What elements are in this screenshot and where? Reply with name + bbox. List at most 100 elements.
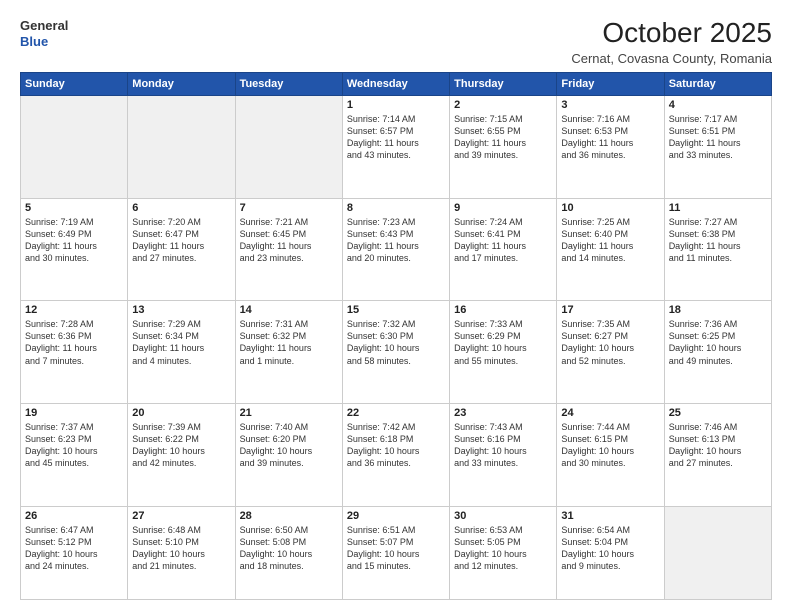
col-sunday: Sunday bbox=[21, 72, 128, 95]
table-row: 20 Sunrise: 7:39 AM Sunset: 6:22 PM Dayli… bbox=[128, 403, 235, 506]
day-number: 12 bbox=[25, 304, 123, 316]
day-info: Sunrise: 7:19 AM Sunset: 6:49 PM Dayligh… bbox=[25, 216, 123, 265]
day-number: 17 bbox=[561, 304, 659, 316]
day-number: 18 bbox=[669, 304, 767, 316]
day-info: Sunrise: 7:46 AM Sunset: 6:13 PM Dayligh… bbox=[669, 421, 767, 470]
table-row: 10 Sunrise: 7:25 AM Sunset: 6:40 PM Dayli… bbox=[557, 198, 664, 301]
day-number: 24 bbox=[561, 407, 659, 419]
day-info: Sunrise: 7:31 AM Sunset: 6:32 PM Dayligh… bbox=[240, 318, 338, 367]
calendar-week-4: 26Sunrise: 6:47 AM Sunset: 5:12 PM Dayli… bbox=[21, 506, 772, 599]
table-row: 17Sunrise: 7:35 AM Sunset: 6:27 PM Dayli… bbox=[557, 301, 664, 404]
table-row: 2Sunrise: 7:15 AM Sunset: 6:55 PM Daylig… bbox=[450, 95, 557, 198]
table-row: 1 Sunrise: 7:14 AM Sunset: 6:57 PM Daylig… bbox=[342, 95, 449, 198]
table-row: 25 Sunrise: 7:46 AM Sunset: 6:13 PM Dayli… bbox=[664, 403, 771, 506]
day-number: 7 bbox=[240, 202, 338, 214]
day-info: Sunrise: 7:42 AM Sunset: 6:18 PM Dayligh… bbox=[347, 421, 445, 470]
table-row: 18 Sunrise: 7:36 AM Sunset: 6:25 PM Dayli… bbox=[664, 301, 771, 404]
table-row bbox=[664, 506, 771, 599]
day-info: Sunrise: 6:54 AM Sunset: 5:04 PM Dayligh… bbox=[561, 524, 659, 573]
day-number: 29 bbox=[347, 510, 445, 522]
month-title: October 2025 bbox=[571, 18, 772, 49]
table-row: 13 Sunrise: 7:29 AM Sunset: 6:34 PM Dayli… bbox=[128, 301, 235, 404]
col-tuesday: Tuesday bbox=[235, 72, 342, 95]
day-info: Sunrise: 7:43 AM Sunset: 6:16 PM Dayligh… bbox=[454, 421, 552, 470]
table-row: 4Sunrise: 7:17 AM Sunset: 6:51 PM Daylig… bbox=[664, 95, 771, 198]
day-info: Sunrise: 6:47 AM Sunset: 5:12 PM Dayligh… bbox=[25, 524, 123, 573]
day-number: 16 bbox=[454, 304, 552, 316]
table-row: 7Sunrise: 7:21 AM Sunset: 6:45 PM Daylig… bbox=[235, 198, 342, 301]
day-info: Sunrise: 7:37 AM Sunset: 6:23 PM Dayligh… bbox=[25, 421, 123, 470]
day-number: 14 bbox=[240, 304, 338, 316]
day-number: 5 bbox=[25, 202, 123, 214]
table-row: 30 Sunrise: 6:53 AM Sunset: 5:05 PM Dayli… bbox=[450, 506, 557, 599]
page: General Blue October 2025 Cernat, Covasn… bbox=[0, 0, 792, 612]
table-row: 31 Sunrise: 6:54 AM Sunset: 5:04 PM Dayli… bbox=[557, 506, 664, 599]
col-monday: Monday bbox=[128, 72, 235, 95]
table-row: 8Sunrise: 7:23 AM Sunset: 6:43 PM Daylig… bbox=[342, 198, 449, 301]
table-row: 29 Sunrise: 6:51 AM Sunset: 5:07 PM Dayli… bbox=[342, 506, 449, 599]
day-info: Sunrise: 7:14 AM Sunset: 6:57 PM Dayligh… bbox=[347, 113, 445, 162]
day-number: 19 bbox=[25, 407, 123, 419]
table-row: 28 Sunrise: 6:50 AM Sunset: 5:08 PM Dayli… bbox=[235, 506, 342, 599]
day-info: Sunrise: 6:51 AM Sunset: 5:07 PM Dayligh… bbox=[347, 524, 445, 573]
table-row: 22Sunrise: 7:42 AM Sunset: 6:18 PM Dayli… bbox=[342, 403, 449, 506]
day-info: Sunrise: 6:53 AM Sunset: 5:05 PM Dayligh… bbox=[454, 524, 552, 573]
day-number: 28 bbox=[240, 510, 338, 522]
day-number: 30 bbox=[454, 510, 552, 522]
day-number: 27 bbox=[132, 510, 230, 522]
table-row: 26Sunrise: 6:47 AM Sunset: 5:12 PM Dayli… bbox=[21, 506, 128, 599]
day-number: 31 bbox=[561, 510, 659, 522]
day-info: Sunrise: 7:20 AM Sunset: 6:47 PM Dayligh… bbox=[132, 216, 230, 265]
day-info: Sunrise: 7:29 AM Sunset: 6:34 PM Dayligh… bbox=[132, 318, 230, 367]
table-row bbox=[235, 95, 342, 198]
logo-general-text: General bbox=[20, 18, 68, 34]
day-number: 6 bbox=[132, 202, 230, 214]
day-info: Sunrise: 7:36 AM Sunset: 6:25 PM Dayligh… bbox=[669, 318, 767, 367]
table-row: 15Sunrise: 7:32 AM Sunset: 6:30 PM Dayli… bbox=[342, 301, 449, 404]
table-row: 27Sunrise: 6:48 AM Sunset: 5:10 PM Dayli… bbox=[128, 506, 235, 599]
day-number: 9 bbox=[454, 202, 552, 214]
day-info: Sunrise: 7:24 AM Sunset: 6:41 PM Dayligh… bbox=[454, 216, 552, 265]
table-row: 14 Sunrise: 7:31 AM Sunset: 6:32 PM Dayli… bbox=[235, 301, 342, 404]
table-row: 21 Sunrise: 7:40 AM Sunset: 6:20 PM Dayli… bbox=[235, 403, 342, 506]
day-number: 13 bbox=[132, 304, 230, 316]
day-info: Sunrise: 7:44 AM Sunset: 6:15 PM Dayligh… bbox=[561, 421, 659, 470]
col-friday: Friday bbox=[557, 72, 664, 95]
calendar-header-row: Sunday Monday Tuesday Wednesday Thursday… bbox=[21, 72, 772, 95]
calendar-table: Sunday Monday Tuesday Wednesday Thursday… bbox=[20, 72, 772, 600]
table-row: 23Sunrise: 7:43 AM Sunset: 6:16 PM Dayli… bbox=[450, 403, 557, 506]
table-row: 5 Sunrise: 7:19 AM Sunset: 6:49 PM Daylig… bbox=[21, 198, 128, 301]
day-number: 4 bbox=[669, 99, 767, 111]
table-row bbox=[21, 95, 128, 198]
table-row: 19 Sunrise: 7:37 AM Sunset: 6:23 PM Dayli… bbox=[21, 403, 128, 506]
header: General Blue October 2025 Cernat, Covasn… bbox=[20, 18, 772, 66]
day-info: Sunrise: 7:28 AM Sunset: 6:36 PM Dayligh… bbox=[25, 318, 123, 367]
location-title: Cernat, Covasna County, Romania bbox=[571, 51, 772, 66]
table-row bbox=[128, 95, 235, 198]
day-info: Sunrise: 7:25 AM Sunset: 6:40 PM Dayligh… bbox=[561, 216, 659, 265]
calendar-week-3: 19 Sunrise: 7:37 AM Sunset: 6:23 PM Dayli… bbox=[21, 403, 772, 506]
day-info: Sunrise: 7:16 AM Sunset: 6:53 PM Dayligh… bbox=[561, 113, 659, 162]
day-info: Sunrise: 7:23 AM Sunset: 6:43 PM Dayligh… bbox=[347, 216, 445, 265]
table-row: 3 Sunrise: 7:16 AM Sunset: 6:53 PM Daylig… bbox=[557, 95, 664, 198]
day-number: 21 bbox=[240, 407, 338, 419]
day-number: 20 bbox=[132, 407, 230, 419]
day-info: Sunrise: 7:33 AM Sunset: 6:29 PM Dayligh… bbox=[454, 318, 552, 367]
day-number: 25 bbox=[669, 407, 767, 419]
table-row: 9 Sunrise: 7:24 AM Sunset: 6:41 PM Daylig… bbox=[450, 198, 557, 301]
logo-blue-text: Blue bbox=[20, 34, 68, 50]
day-number: 2 bbox=[454, 99, 552, 111]
col-thursday: Thursday bbox=[450, 72, 557, 95]
day-number: 11 bbox=[669, 202, 767, 214]
day-info: Sunrise: 7:39 AM Sunset: 6:22 PM Dayligh… bbox=[132, 421, 230, 470]
day-info: Sunrise: 6:50 AM Sunset: 5:08 PM Dayligh… bbox=[240, 524, 338, 573]
day-info: Sunrise: 7:32 AM Sunset: 6:30 PM Dayligh… bbox=[347, 318, 445, 367]
day-number: 3 bbox=[561, 99, 659, 111]
table-row: 16 Sunrise: 7:33 AM Sunset: 6:29 PM Dayli… bbox=[450, 301, 557, 404]
day-info: Sunrise: 7:40 AM Sunset: 6:20 PM Dayligh… bbox=[240, 421, 338, 470]
day-number: 10 bbox=[561, 202, 659, 214]
col-saturday: Saturday bbox=[664, 72, 771, 95]
col-wednesday: Wednesday bbox=[342, 72, 449, 95]
day-info: Sunrise: 7:27 AM Sunset: 6:38 PM Dayligh… bbox=[669, 216, 767, 265]
day-number: 1 bbox=[347, 99, 445, 111]
